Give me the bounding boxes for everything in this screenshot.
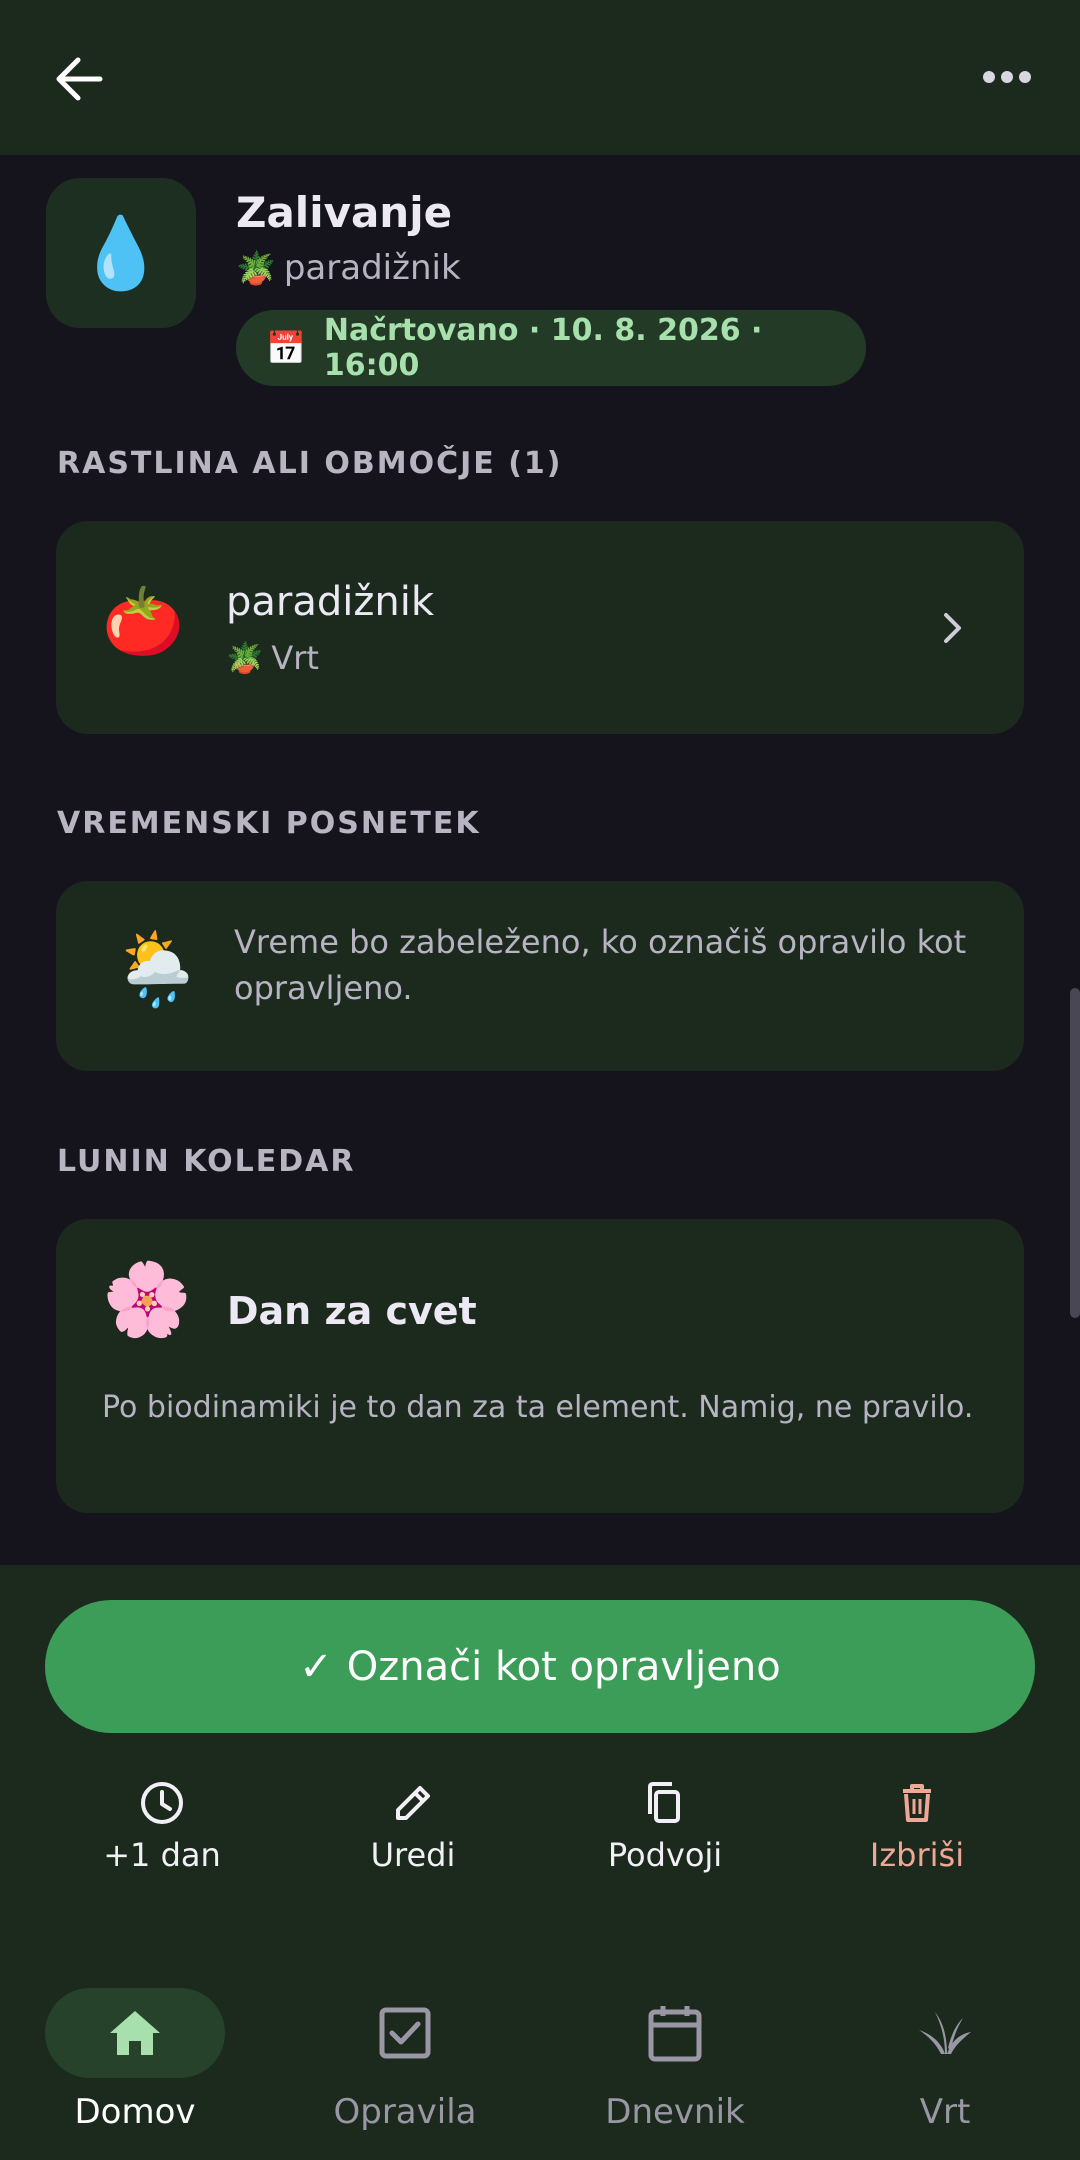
weather-section-label: VREMENSKI POSNETEK	[57, 806, 481, 841]
task-plant: 🪴 paradižnik	[236, 248, 461, 288]
plant-name: paradižnik	[226, 579, 434, 625]
nav-garden-label: Vrt	[919, 2092, 971, 2132]
plant-location: 🪴 Vrt	[226, 639, 319, 677]
postpone-label: +1 dan	[103, 1836, 221, 1874]
arrow-left-icon	[56, 57, 103, 101]
nav-item-garden[interactable]: Vrt	[845, 1988, 1045, 2138]
copy-icon	[648, 1782, 680, 1823]
moon-text: Po biodinamiki je to dan za ta element. …	[102, 1390, 974, 1425]
nav-item-tasks[interactable]: Opravila	[305, 1988, 505, 2138]
checkbox-icon	[379, 2007, 431, 2059]
nav-tasks-label: Opravila	[333, 2092, 477, 2132]
edit-label: Uredi	[370, 1836, 456, 1874]
plant-card[interactable]: 🍅 paradižnik 🪴 Vrt	[56, 521, 1024, 734]
trash-icon	[903, 1784, 931, 1822]
nav-active-indicator	[45, 1988, 225, 2078]
mark-done-label: Označi kot opravljeno	[346, 1643, 781, 1690]
weather-text: Vreme bo zabeleženo, ko označiš opravilo…	[234, 923, 967, 1007]
chevron-right-icon	[944, 613, 961, 643]
plant-icon	[919, 2012, 971, 2054]
nav-tasks-icon-wrap	[315, 1988, 495, 2078]
check-icon: ✓	[299, 1643, 333, 1690]
weather-icon: 🌦️	[112, 927, 202, 1011]
calendar-icon	[648, 2006, 702, 2062]
scrollbar[interactable]	[1070, 988, 1080, 1318]
potted-plant-icon: 🪴	[226, 640, 264, 676]
nav-item-journal[interactable]: Dnevnik	[575, 1988, 775, 2138]
more-options-button[interactable]	[964, 52, 1050, 102]
nav-journal-label: Dnevnik	[605, 2092, 745, 2132]
potted-plant-icon: 🪴	[236, 249, 276, 287]
back-button[interactable]	[48, 48, 110, 110]
water-drop-icon: 💧	[77, 212, 165, 294]
pencil-icon	[396, 1786, 430, 1820]
status-badge: 📅 Načrtovano · 10. 8. 2026 · 16:00	[236, 310, 866, 386]
duplicate-button[interactable]: Podvoji	[565, 1780, 765, 1890]
moon-card: 🌸 Dan za cvet Po biodinamiki je to dan z…	[56, 1219, 1024, 1513]
more-horizontal-icon	[983, 71, 1031, 83]
delete-button[interactable]: Izbriši	[817, 1780, 1017, 1890]
top-app-bar	[0, 0, 1080, 155]
plant-location-name: Vrt	[271, 639, 319, 677]
moon-section-label: LUNIN KOLEDAR	[57, 1144, 356, 1179]
nav-garden-icon-wrap	[855, 1988, 1035, 2078]
task-plant-name: paradižnik	[283, 248, 461, 288]
home-icon	[110, 2011, 160, 2055]
duplicate-label: Podvoji	[607, 1836, 723, 1874]
plants-section-label: RASTLINA ALI OBMOČJE (1)	[57, 446, 563, 481]
nav-journal-icon-wrap	[585, 1988, 765, 2078]
edit-button[interactable]: Uredi	[313, 1780, 513, 1890]
task-title: Zalivanje	[236, 188, 453, 237]
nav-item-home[interactable]: Domov	[35, 1988, 235, 2138]
flower-icon: 🌸	[102, 1257, 192, 1341]
moon-title: Dan za cvet	[227, 1289, 477, 1333]
weather-card: 🌦️ Vreme bo zabeleženo, ko označiš oprav…	[56, 881, 1024, 1071]
postpone-button[interactable]: +1 dan	[62, 1780, 262, 1890]
task-icon-container: 💧	[46, 178, 196, 328]
mark-done-button[interactable]: ✓ Označi kot opravljeno	[45, 1600, 1035, 1733]
clock-icon	[141, 1782, 183, 1824]
tomato-icon: 🍅	[102, 583, 185, 660]
status-text: Načrtovano · 10. 8. 2026 · 16:00	[323, 313, 763, 383]
nav-home-label: Domov	[74, 2092, 196, 2132]
delete-label: Izbriši	[869, 1836, 965, 1874]
calendar-emoji-icon: 📅	[266, 329, 306, 367]
